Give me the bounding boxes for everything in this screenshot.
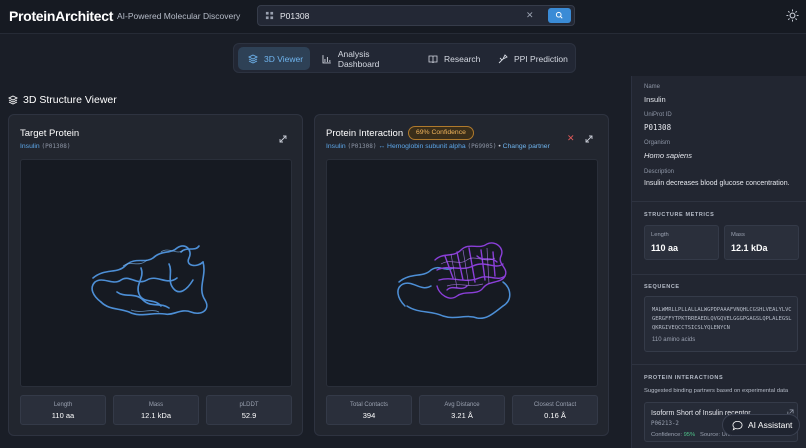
metric-value: 12.1 kDa <box>731 243 768 253</box>
ai-assistant-label: AI Assistant <box>748 420 793 430</box>
uniprot-id: P01308 <box>644 123 672 132</box>
close-icon[interactable]: ✕ <box>567 133 575 144</box>
stat-value: 0.16 Å <box>544 411 566 420</box>
card-title: Protein Interaction <box>326 128 404 139</box>
protein-link[interactable]: Insulin <box>20 143 40 150</box>
tab-label: Research <box>444 53 481 64</box>
search-input[interactable]: P01308 <box>280 11 309 21</box>
tab-analysis-dashboard[interactable]: Analysis Dashboard <box>312 47 412 70</box>
search-icon <box>265 11 274 20</box>
expand-icon[interactable] <box>279 135 287 143</box>
tab-label: 3D Viewer <box>264 53 304 64</box>
app-header: ProteinArchitect AI-Powered Molecular Di… <box>0 0 806 34</box>
stat-closest-contact: Closest Contact 0.16 Å <box>512 395 598 425</box>
card-title: Target Protein <box>20 128 80 139</box>
interaction-viewport[interactable] <box>326 159 598 387</box>
page-title: 3D Structure Viewer <box>23 94 117 106</box>
app-logo[interactable]: ProteinArchitect <box>9 8 113 24</box>
protein-interaction-card: Protein Interaction 69% Confidence ✕ Ins… <box>314 114 609 436</box>
stat-label: Avg Distance <box>444 402 480 408</box>
tab-label: Analysis Dashboard <box>337 48 380 69</box>
stat-value: 394 <box>362 411 376 420</box>
divider <box>632 364 806 365</box>
ppi-icon <box>498 53 508 63</box>
organism: Homo sapiens <box>644 151 692 160</box>
expand-icon[interactable] <box>585 135 593 143</box>
tab-research[interactable]: Research <box>418 47 484 70</box>
tab-label: PPI Prediction <box>514 53 568 64</box>
metric-label: Length <box>651 232 669 238</box>
stat-value: 3.21 Å <box>451 411 473 420</box>
interaction-arrow: ↔ <box>378 143 386 150</box>
name-label: Name <box>644 84 661 90</box>
partner-id: P06213-2 <box>651 421 679 427</box>
confidence-label: Confidence: <box>651 432 682 438</box>
metric-mass: Mass 12.1 kDa <box>724 225 799 260</box>
protein-ribbon[interactable] <box>21 160 293 388</box>
card-subtitle: Insulin (P01308) <box>20 143 70 150</box>
magnifier-icon <box>555 11 563 19</box>
stat-avg-distance: Avg Distance 3.21 Å <box>419 395 505 425</box>
description-label: Description <box>644 169 675 175</box>
sequence-text: MALWMRLLPLLALLALWGPDPAAAFVNQHLCGSHLVEALY… <box>652 307 792 331</box>
stat-plddt: pLDDT 52.9 <box>206 395 292 425</box>
search-bar[interactable]: P01308 ✕ <box>257 5 575 26</box>
main-nav: 3D Viewer Analysis Dashboard Research PP… <box>233 43 576 73</box>
tab-ppi-prediction[interactable]: PPI Prediction <box>488 47 572 70</box>
stat-mass: Mass 12.1 kDa <box>113 395 199 425</box>
interaction-complex[interactable] <box>327 160 599 388</box>
search-button[interactable] <box>548 8 571 23</box>
clear-search-icon[interactable]: ✕ <box>526 10 534 21</box>
ai-assistant-button[interactable]: AI Assistant <box>722 414 800 436</box>
structure-metrics-title: STRUCTURE METRICS <box>644 212 715 218</box>
protein-a-link[interactable]: Insulin <box>326 143 346 150</box>
tab-3d-viewer[interactable]: 3D Viewer <box>238 47 310 70</box>
uniprot-label: UniProt ID <box>644 112 672 118</box>
stat-label: Length <box>53 402 73 408</box>
confidence-value: 95% <box>683 432 696 438</box>
stat-value: 12.1 kDa <box>140 411 172 420</box>
stat-length: Length 110 aa <box>20 395 106 425</box>
metric-length: Length 110 aa <box>644 225 719 260</box>
bar-chart-icon <box>322 54 331 63</box>
protein-id: (P01308) <box>41 143 71 150</box>
stat-label: Total Contacts <box>349 402 389 408</box>
chat-bubble-icon <box>732 420 743 430</box>
stat-label: Closest Contact <box>533 402 577 408</box>
protein-info-panel[interactable]: Name Insulin UniProt ID P01308 Organism … <box>631 76 806 448</box>
app-tagline: AI-Powered Molecular Discovery <box>117 11 241 21</box>
sequence-count: 110 amino acids <box>652 337 696 343</box>
interaction-subtitle: Insulin (P01308) ↔ Hemoglobin subunit al… <box>326 143 550 150</box>
protein-b-link[interactable]: Hemoglobin subunit alpha <box>387 143 466 150</box>
metric-label: Mass <box>731 232 745 238</box>
protein-interactions-title: PROTEIN INTERACTIONS <box>644 375 724 381</box>
structure-viewport[interactable] <box>20 159 292 387</box>
confidence-badge: 69% Confidence <box>408 126 474 140</box>
interactions-note: Suggested binding partners based on expe… <box>644 388 789 394</box>
separator: • <box>498 143 501 150</box>
sequence-title: SEQUENCE <box>644 284 680 290</box>
stat-total-contacts: Total Contacts 394 <box>326 395 412 425</box>
divider <box>632 201 806 202</box>
stat-label: Mass <box>148 402 164 408</box>
theme-toggle-icon[interactable] <box>786 9 799 22</box>
metric-value: 110 aa <box>651 243 679 253</box>
stat-label: pLDDT <box>239 402 259 408</box>
description: Insulin decreases blood glucose concentr… <box>644 180 790 187</box>
cube-icon <box>248 53 258 64</box>
divider <box>632 274 806 275</box>
layers-icon <box>8 95 18 105</box>
organism-label: Organism <box>644 140 671 146</box>
stat-value: 52.9 <box>241 411 257 420</box>
book-icon <box>428 55 438 63</box>
stat-value: 110 aa <box>51 411 75 420</box>
source-label: Source: <box>700 432 720 438</box>
target-protein-card: Target Protein Insulin (P01308) Length 1… <box>8 114 303 436</box>
sequence-box[interactable]: MALWMRLLPLLALLALWGPDPAAAFVNQHLCGSHLVEALY… <box>644 296 798 352</box>
protein-name: Insulin <box>644 95 666 104</box>
change-partner-link[interactable]: Change partner <box>503 143 550 150</box>
protein-b-id: (P69905) <box>467 143 497 150</box>
protein-a-id: (P01308) <box>347 143 377 150</box>
section-title: 3D Structure Viewer <box>8 94 117 106</box>
